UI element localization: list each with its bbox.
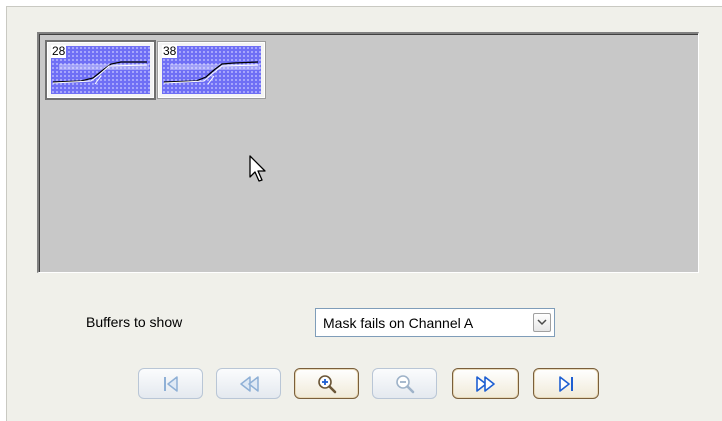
buffers-to-show-select[interactable]: Mask fails on Channel A: [315, 308, 555, 337]
mouse-pointer-icon: [249, 155, 266, 182]
buffers-to-show-label: Buffers to show: [86, 314, 183, 330]
zoom-out-button[interactable]: [372, 368, 437, 399]
zoom-out-icon: [395, 374, 414, 393]
thumbnail-number: 28: [51, 44, 67, 58]
thumbnail-number: 38: [162, 44, 178, 58]
next-button[interactable]: [452, 368, 519, 399]
fast-forward-icon: [475, 375, 495, 392]
zoom-in-icon: [317, 374, 336, 393]
go-to-last-button[interactable]: [533, 368, 599, 399]
thumbnail-viewer[interactable]: 28 38: [37, 32, 699, 273]
buffer-thumbnail-28[interactable]: 28: [45, 40, 156, 100]
skip-last-icon: [559, 375, 573, 392]
buffers-select-value: Mask fails on Channel A: [323, 315, 474, 331]
go-to-first-button[interactable]: [138, 368, 203, 399]
chevron-down-icon: [537, 319, 547, 326]
dropdown-button[interactable]: [533, 313, 551, 332]
previous-button[interactable]: [216, 368, 281, 399]
buffer-thumbnail-38[interactable]: 38: [157, 41, 266, 99]
skip-first-icon: [163, 375, 178, 392]
zoom-in-button[interactable]: [294, 368, 359, 399]
rewind-icon: [239, 375, 259, 392]
